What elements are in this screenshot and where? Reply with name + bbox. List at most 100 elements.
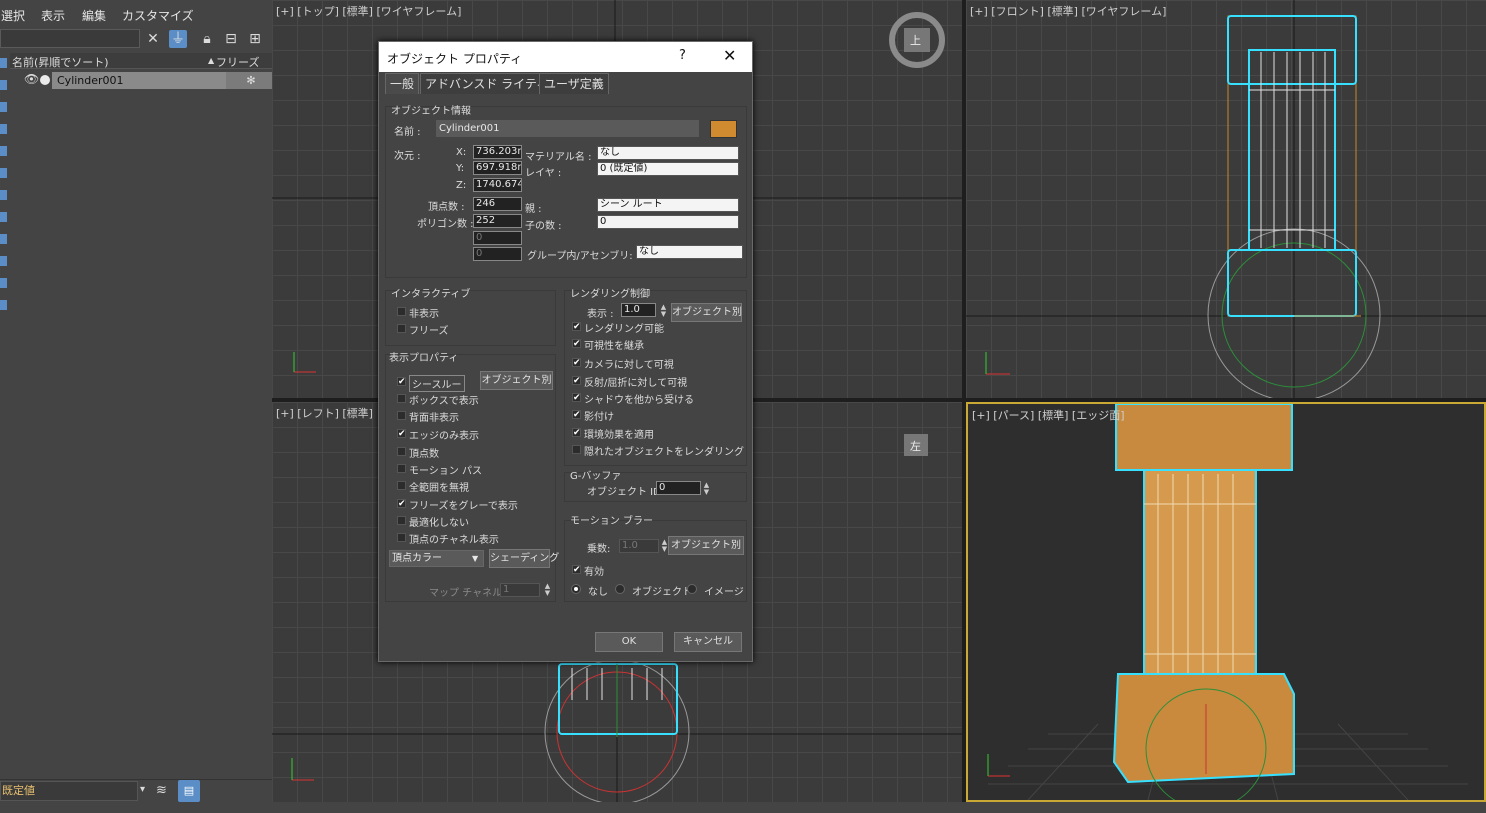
blur-object-radio[interactable]	[615, 584, 625, 594]
visible-camera-label: カメラに対して可視	[584, 360, 674, 371]
visibility-field[interactable]: 1.0	[621, 303, 656, 317]
motion-blur-title: モーション ブラー	[570, 516, 653, 527]
visibility-eye-icon[interactable]: 👁︎	[24, 72, 39, 86]
ignore-extents-label: 全範囲を無視	[409, 483, 469, 494]
viewport-perspective[interactable]: [+] [パース] [標準] [エッジ面]	[966, 402, 1486, 802]
motion-blur-by-object-button[interactable]: オブジェクト別	[668, 536, 744, 555]
side-tool-icon[interactable]	[0, 278, 7, 288]
menu-bar: 選択 表示 編集 カスタマイズ	[0, 0, 272, 28]
vertex-color-select[interactable]: 頂点カラー ▼	[389, 550, 484, 567]
renderable-checkbox[interactable]: ✔	[572, 322, 581, 332]
column-freeze-header[interactable]: フリーズ	[216, 54, 259, 70]
show-frozen-gray-checkbox[interactable]: ✔	[397, 499, 406, 509]
backface-cull-checkbox[interactable]	[397, 411, 406, 420]
object-info-title: オブジェクト情報	[391, 106, 471, 117]
side-tool-icon[interactable]	[0, 146, 7, 156]
viewport-splitter-v[interactable]	[962, 0, 966, 813]
motion-blur-enabled-checkbox[interactable]: ✔	[572, 565, 581, 575]
side-tool-icon[interactable]	[0, 256, 7, 266]
motion-path-checkbox[interactable]	[397, 464, 406, 473]
inherit-visibility-checkbox[interactable]: ✔	[572, 339, 581, 349]
chevron-down-icon[interactable]: ▾	[140, 784, 145, 795]
edges-only-checkbox[interactable]: ✔	[397, 429, 406, 439]
viewport-front[interactable]: [+] [フロント] [標準] [ワイヤフレーム]	[966, 0, 1486, 398]
hierarchy-icon[interactable]: ⊟	[222, 30, 240, 48]
cast-shadows-checkbox[interactable]: ✔	[572, 410, 581, 420]
freeze-toggle[interactable]: ✻	[226, 72, 276, 89]
receive-shadows-checkbox[interactable]: ✔	[572, 393, 581, 403]
object-id-field[interactable]: 0	[656, 481, 701, 495]
side-tool-icon[interactable]	[0, 58, 7, 68]
display-by-object-button[interactable]: オブジェクト別	[480, 371, 553, 390]
help-button[interactable]: ?	[679, 48, 686, 63]
multiplier-field[interactable]: 1.0	[619, 539, 659, 553]
side-tool-icon[interactable]	[0, 168, 7, 178]
cancel-button[interactable]: キャンセル	[674, 632, 742, 652]
blur-image-radio[interactable]	[687, 584, 697, 594]
see-through-checkbox[interactable]: ✔	[397, 377, 406, 387]
never-degrade-checkbox[interactable]	[397, 516, 406, 525]
visible-reflect-checkbox[interactable]: ✔	[572, 376, 581, 386]
dimensions-label: 次元 :	[394, 151, 421, 162]
lock-icon[interactable]: 🔒︎	[198, 30, 216, 48]
object-name[interactable]: Cylinder001	[52, 72, 226, 89]
side-tool-icon[interactable]	[0, 102, 7, 112]
x-label: X:	[456, 147, 467, 158]
object-name-field[interactable]: Cylinder001	[436, 120, 699, 137]
viewcube-face[interactable]: 上	[910, 32, 921, 48]
menu-display[interactable]: 表示	[41, 7, 65, 24]
vertex-channel-checkbox[interactable]	[397, 533, 406, 542]
side-tool-icon[interactable]	[0, 212, 7, 222]
dialog-title-bar[interactable]: オブジェクト プロパティ ? ✕	[379, 42, 752, 72]
close-button[interactable]: ✕	[723, 46, 736, 65]
backface-cull-label: 背面非表示	[409, 413, 459, 424]
blur-none-radio[interactable]	[571, 584, 581, 594]
dim-z-field: 1740.674n	[473, 178, 522, 192]
render-by-object-button[interactable]: オブジェクト別	[671, 303, 742, 322]
hide-checkbox[interactable]	[397, 307, 406, 316]
explorer-row[interactable]: 👁︎ Cylinder001 ✻	[10, 72, 276, 89]
object-color-swatch[interactable]	[710, 120, 737, 138]
side-tool-icon[interactable]	[0, 300, 7, 310]
layers-icon[interactable]: ≋	[156, 783, 167, 798]
map-channel-field[interactable]: 1	[500, 583, 540, 597]
ok-button[interactable]: OK	[595, 632, 663, 652]
layer-hierarchy-icon[interactable]: ⊞	[246, 30, 264, 48]
clear-search-icon[interactable]: ✕	[144, 30, 162, 48]
menu-edit[interactable]: 編集	[82, 7, 106, 24]
search-input[interactable]	[0, 29, 140, 48]
group-field: なし	[636, 245, 743, 259]
vertices-label: 頂点数 :	[428, 202, 465, 213]
tab-general[interactable]: 一般	[385, 73, 420, 94]
rendering-control-title: レンダリング制御	[570, 289, 650, 300]
side-tool-icon[interactable]	[0, 80, 7, 90]
column-name-header[interactable]: 名前(昇順でソート)	[12, 54, 109, 70]
visibility-spinner-icon[interactable]: ▲ ▼	[659, 304, 668, 318]
filter-icon[interactable]: ⏚	[169, 30, 187, 48]
vertex-ticks-checkbox[interactable]	[397, 447, 406, 456]
display-as-box-checkbox[interactable]	[397, 394, 406, 403]
menu-select[interactable]: 選択	[1, 7, 25, 24]
layer-explorer-button[interactable]: ▤	[178, 780, 200, 802]
ignore-extents-checkbox[interactable]	[397, 481, 406, 490]
tab-user-defined[interactable]: ユーザ定義	[539, 73, 609, 94]
render-occluded-checkbox[interactable]	[572, 445, 581, 454]
side-tool-icon[interactable]	[0, 234, 7, 244]
active-layer-select[interactable]: 既定値	[0, 781, 138, 801]
side-tool-icon[interactable]	[0, 124, 7, 134]
motion-blur-enabled-label: 有効	[584, 567, 604, 578]
apply-atmos-checkbox[interactable]: ✔	[572, 428, 581, 438]
viewport-label[interactable]: [+] [パース] [標準] [エッジ面]	[972, 407, 1125, 423]
sort-up-icon: ▲	[208, 56, 215, 65]
viewcube-face[interactable]: 左	[910, 438, 921, 454]
object-id-spinner-icon[interactable]: ▲ ▼	[702, 482, 711, 496]
map-channel-spinner-icon[interactable]: ▲ ▼	[543, 583, 552, 597]
menu-customize[interactable]: カスタマイズ	[122, 7, 194, 24]
blur-image-label: イメージ	[704, 587, 744, 598]
side-tool-icon[interactable]	[0, 190, 7, 200]
parent-label: 親 :	[525, 204, 542, 215]
extra-field-2: 0	[473, 247, 522, 261]
shaded-button[interactable]: シェーディング	[489, 549, 559, 568]
freeze-checkbox[interactable]	[397, 324, 406, 333]
visible-camera-checkbox[interactable]: ✔	[572, 358, 581, 368]
